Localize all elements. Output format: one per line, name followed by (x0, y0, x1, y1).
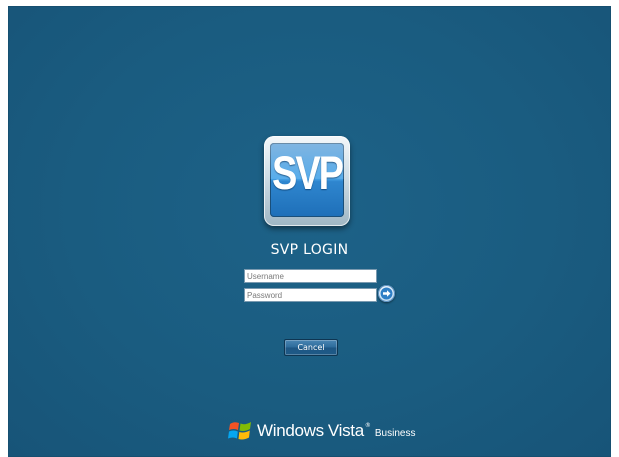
submit-button[interactable] (378, 285, 395, 302)
user-tile: SVP (264, 136, 350, 226)
cancel-button[interactable]: Cancel (284, 339, 338, 356)
svp-logo-image: SVP (270, 143, 344, 217)
login-screen: SVP SVP LOGIN Cancel Windows Vista ® Bus… (8, 6, 611, 457)
brand-trademark: ® (364, 421, 371, 429)
brand-word-windows: Windows (257, 421, 324, 440)
brand-word-vista: Vista (327, 421, 364, 440)
password-input[interactable] (244, 288, 377, 302)
login-title: SVP LOGIN (270, 242, 349, 258)
svp-logo-text: SVP (271, 147, 344, 201)
arrow-right-icon (380, 287, 393, 300)
username-input[interactable] (244, 269, 377, 283)
brand-edition: Business (374, 427, 416, 439)
windows-vista-business-branding: Windows Vista ® Business (228, 416, 415, 446)
windows-flag-icon (228, 422, 251, 440)
